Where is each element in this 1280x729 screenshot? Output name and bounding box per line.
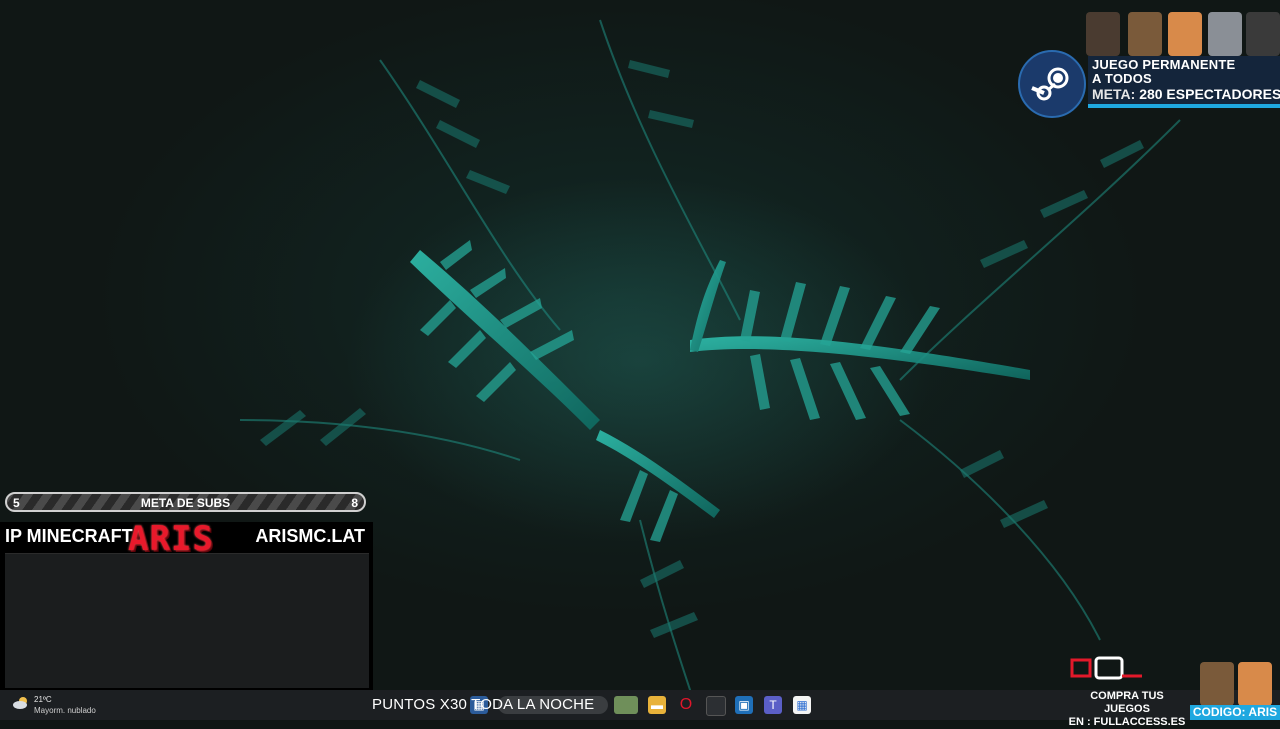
viewer-goal-value: 280 ESPECTADORES (1139, 86, 1280, 102)
character-image (1208, 12, 1242, 56)
subs-goal-bar: 5 META DE SUBS 8 (5, 492, 366, 512)
opera-icon[interactable]: O (677, 696, 695, 714)
weather-description: Mayorm. nublado (34, 706, 96, 715)
steam-icon (1018, 50, 1086, 118)
game-characters-art (1196, 652, 1280, 706)
promo-text-box: JUEGO PERMANENTE A TODOS META: 280 ESPEC… (1088, 56, 1280, 108)
fullaccess-line-1: COMPRA TUS JUEGOS (1090, 690, 1164, 715)
webcam-frame (5, 553, 369, 688)
subs-goal-title: META DE SUBS (140, 496, 231, 510)
viewer-goal-label: META: (1092, 86, 1136, 102)
character-image (1128, 12, 1162, 56)
app-icon[interactable] (706, 696, 726, 716)
ticker-text: PUNTOS X30 TODA LA NOCHE (372, 696, 595, 713)
cloud-sun-icon (13, 697, 27, 709)
store-icon[interactable]: ▦ (793, 696, 811, 714)
fullaccess-promo: COMPRA TUS JUEGOS EN : FULLACCESS.ES COD… (1066, 652, 1280, 728)
teams-icon[interactable]: T (764, 696, 782, 714)
character-image (1246, 12, 1280, 56)
app-icon[interactable] (614, 696, 638, 714)
promo-line-2: A TODOS (1092, 71, 1152, 86)
minecraft-server-address: ARISMC.LAT (255, 526, 365, 546)
character-image (1238, 662, 1272, 706)
game-characters-art (1082, 8, 1280, 56)
file-explorer-icon[interactable]: ▬ (648, 696, 666, 714)
minecraft-header: IP MINECRAFT ARIS ARISMC.LAT (0, 522, 373, 556)
discount-code: CODIGO: ARIS (1190, 705, 1280, 720)
character-image (1168, 12, 1202, 56)
weather-temperature: 21ºC (34, 695, 52, 704)
steam-giveaway-overlay: JUEGO PERMANENTE A TODOS META: 280 ESPEC… (1018, 8, 1280, 118)
promo-line-1: JUEGO PERMANENTE (1092, 57, 1236, 72)
aris-logo: ARIS (128, 519, 214, 559)
fullaccess-text: COMPRA TUS JUEGOS EN : FULLACCESS.ES (1066, 690, 1188, 729)
photos-icon[interactable]: ▣ (735, 696, 753, 714)
minecraft-ip-label: IP MINECRAFT (5, 526, 133, 546)
character-image (1200, 662, 1234, 706)
minecraft-server-panel: IP MINECRAFT ARIS ARISMC.LAT (0, 522, 373, 690)
fullaccess-line-2: EN : FULLACCESS.ES (1068, 716, 1186, 728)
fullaccess-logo (1070, 656, 1142, 680)
character-image (1086, 12, 1120, 56)
subs-target: 8 (351, 496, 358, 510)
viewer-goal: META: 280 ESPECTADORES (1092, 86, 1280, 102)
